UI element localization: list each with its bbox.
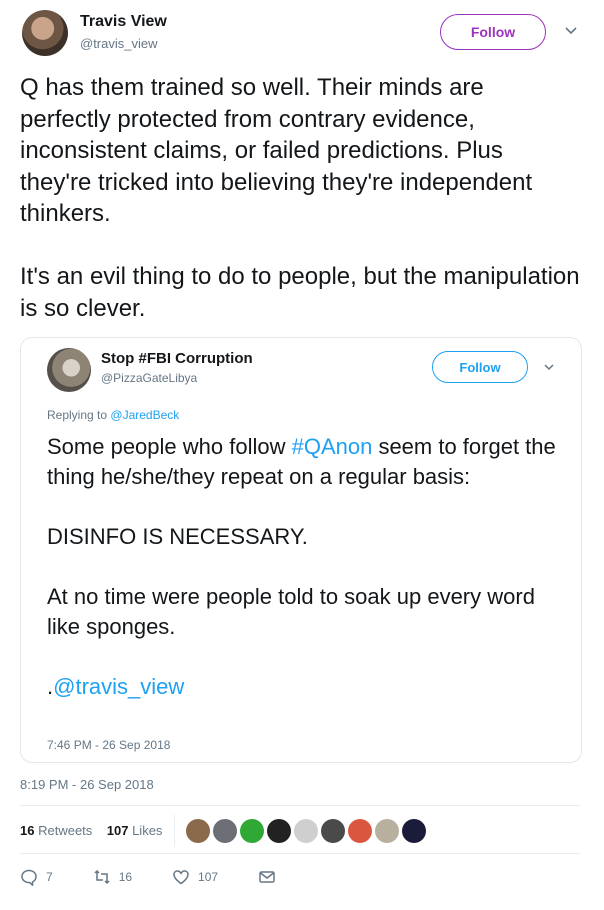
liker-avatar[interactable] <box>375 819 399 843</box>
divider <box>20 853 580 854</box>
liker-avatar[interactable] <box>321 819 345 843</box>
stats-separator <box>174 815 175 847</box>
liker-avatar[interactable] <box>213 819 237 843</box>
quoted-text-segment: Some people who follow <box>47 434 292 459</box>
message-action[interactable] <box>258 868 276 886</box>
tweet-stats: 16 Retweets 107 Likes <box>20 823 162 838</box>
replying-mention[interactable]: @JaredBeck <box>110 408 179 422</box>
quoted-author-avatar[interactable] <box>47 348 91 392</box>
liker-avatar[interactable] <box>267 819 291 843</box>
liker-avatar[interactable] <box>402 819 426 843</box>
like-count: 107 <box>198 870 219 884</box>
hashtag-link[interactable]: #QAnon <box>292 434 373 459</box>
likers-avatars <box>186 819 426 843</box>
reply-action[interactable]: 7 <box>20 868 53 886</box>
author-name[interactable]: Travis View <box>80 13 167 31</box>
replying-to: Replying to @JaredBeck <box>47 408 179 422</box>
mention-link[interactable]: @travis_view <box>53 674 184 699</box>
likes-stat[interactable]: 107 Likes <box>107 823 163 838</box>
replying-prefix: Replying to <box>47 408 108 422</box>
follow-button[interactable]: Follow <box>440 14 546 50</box>
reply-count: 7 <box>46 870 53 884</box>
tweet-timestamp[interactable]: 8:19 PM - 26 Sep 2018 <box>20 777 154 792</box>
action-bar: 7 16 107 <box>20 868 316 886</box>
envelope-icon <box>259 871 275 883</box>
author-avatar[interactable] <box>22 10 68 56</box>
quoted-paragraph-4: .@travis_view <box>47 672 567 702</box>
retweet-count: 16 <box>118 870 133 884</box>
liker-avatar[interactable] <box>186 819 210 843</box>
author-handle[interactable]: @travis_view <box>80 36 158 51</box>
liker-avatar[interactable] <box>240 819 264 843</box>
chevron-down-icon[interactable] <box>564 24 578 38</box>
tweet-text: Q has them trained so well. Their minds … <box>20 74 580 322</box>
chevron-down-icon[interactable] <box>543 361 555 373</box>
heart-icon <box>173 870 189 885</box>
retweet-action[interactable]: 16 <box>93 868 132 886</box>
liker-avatar[interactable] <box>294 819 318 843</box>
quoted-author-name[interactable]: Stop #FBI Corruption <box>101 350 253 367</box>
like-action[interactable]: 107 <box>172 868 218 886</box>
retweet-icon <box>94 869 110 885</box>
liker-avatar[interactable] <box>348 819 372 843</box>
reply-icon <box>21 869 37 886</box>
quoted-paragraph-3: At no time were people told to soak up e… <box>47 584 535 639</box>
quoted-author-handle[interactable]: @PizzaGateLibya <box>101 371 197 385</box>
divider <box>20 805 580 806</box>
quoted-tweet-text: Some people who follow #QAnon seem to fo… <box>47 432 567 702</box>
quoted-paragraph-1: Some people who follow #QAnon seem to fo… <box>47 432 567 492</box>
quoted-paragraph-2: DISINFO IS NECESSARY. <box>47 524 308 549</box>
quoted-tweet[interactable]: Stop #FBI Corruption @PizzaGateLibya Fol… <box>20 337 582 763</box>
quoted-timestamp[interactable]: 7:46 PM - 26 Sep 2018 <box>47 738 170 752</box>
retweets-stat[interactable]: 16 Retweets <box>20 823 92 838</box>
quoted-follow-button[interactable]: Follow <box>432 351 528 383</box>
